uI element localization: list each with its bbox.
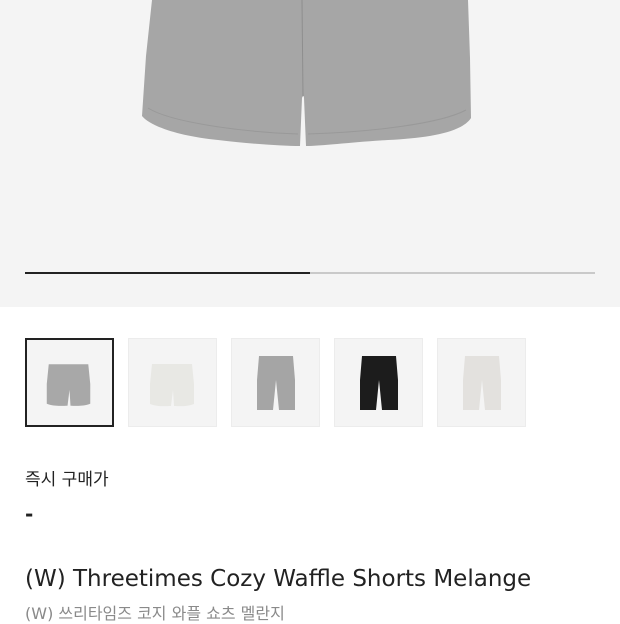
thumbnail-gray-long-shorts[interactable] — [231, 338, 320, 427]
product-image — [142, 0, 471, 146]
thumbnail-light-gray-shorts[interactable] — [437, 338, 526, 427]
gallery-progress-track[interactable] — [25, 272, 595, 274]
thumbnail-image — [149, 363, 194, 406]
thumbnail-black-shorts[interactable] — [334, 338, 423, 427]
thumbnail-image — [46, 363, 91, 406]
shorts-shape — [46, 363, 91, 406]
shorts-shape — [256, 355, 295, 410]
product-title: (W) Threetimes Cozy Waffle Shorts Melang… — [25, 566, 532, 592]
thumbnail-image — [256, 355, 295, 410]
price-value: - — [25, 502, 34, 526]
thumbnail-strip — [25, 338, 526, 427]
shorts-shape — [359, 355, 398, 410]
thumbnail-image — [462, 355, 501, 410]
price-label: 즉시 구매가 — [25, 470, 109, 490]
shorts-shape — [149, 363, 194, 406]
shorts-shape — [462, 355, 501, 410]
thumbnail-image — [359, 355, 398, 410]
product-subtitle: (W) 쓰리타임즈 코지 와플 쇼츠 멜란지 — [25, 604, 285, 623]
gallery-progress-fill — [25, 272, 310, 274]
thumbnail-gray-shorts[interactable] — [25, 338, 114, 427]
product-image-gallery[interactable] — [0, 0, 620, 307]
thumbnail-ivory-shorts[interactable] — [128, 338, 217, 427]
shorts-body — [142, 0, 471, 146]
